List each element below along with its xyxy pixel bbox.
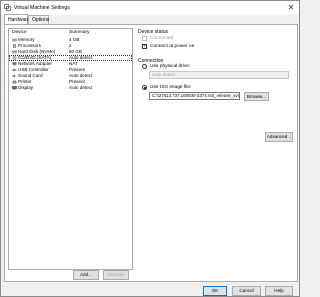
close-icon[interactable]: ✕ — [286, 3, 296, 13]
add-device-button[interactable]: Add... — [73, 270, 99, 280]
use-physical-drive-radio[interactable] — [142, 64, 147, 69]
hardware-panel: Device Summary Memory 4 GB Processors 2 … — [4, 24, 298, 282]
device-name: Display — [18, 85, 34, 90]
vmware-app-icon — [4, 4, 11, 11]
connected-label: Connected — [150, 36, 174, 41]
window-title: Virtual Machine Settings — [14, 5, 70, 11]
device-column-header: Device — [12, 30, 27, 35]
vm-settings-window: Virtual Machine Settings ✕ Hardware Opti… — [0, 0, 300, 297]
memory-icon — [12, 38, 17, 42]
network-adapter-icon — [12, 62, 17, 66]
ok-button[interactable]: OK — [203, 286, 227, 296]
cancel-button[interactable]: Cancel — [232, 286, 261, 296]
hard-disk-icon — [12, 50, 17, 54]
tab-hardware[interactable]: Hardware — [4, 14, 30, 24]
advanced-button[interactable]: Advanced... — [265, 132, 293, 142]
physical-drive-select[interactable]: Auto detect — [149, 71, 289, 79]
use-iso-image-radio[interactable] — [142, 85, 147, 90]
remove-device-button[interactable]: Remove — [103, 270, 129, 280]
use-iso-image-label: Use ISO image file: — [150, 85, 192, 90]
connect-at-power-on-checkbox[interactable]: ✓ — [142, 43, 148, 49]
connect-at-power-on-label: Connect at power on — [150, 44, 195, 49]
device-list[interactable]: Device Summary Memory 4 GB Processors 2 … — [8, 28, 133, 270]
help-button[interactable]: Help — [265, 286, 293, 296]
sound-card-icon — [12, 74, 17, 78]
device-rows: Memory 4 GB Processors 2 Hard Disk (NVMe… — [9, 37, 132, 91]
cd-dvd-icon — [12, 56, 17, 60]
tab-options[interactable]: Options — [28, 15, 49, 24]
device-summary: Auto detect — [69, 85, 93, 90]
use-physical-drive-label: Use physical drive: — [150, 64, 191, 69]
radio-selected-dot — [144, 87, 146, 89]
connected-checkbox[interactable] — [142, 36, 147, 41]
usb-icon — [12, 69, 17, 71]
summary-column-header: Summary — [69, 30, 90, 35]
printer-icon — [12, 80, 17, 84]
device-status-heading: Device status — [138, 29, 169, 35]
device-list-header: Device Summary — [9, 29, 132, 36]
processor-icon — [13, 44, 16, 48]
browse-button[interactable]: Browse... — [244, 92, 269, 101]
check-mark-icon: ✓ — [143, 43, 148, 49]
title-bar[interactable]: Virtual Machine Settings ✕ — [1, 1, 299, 15]
device-row-display[interactable]: Display Auto detect — [9, 85, 132, 91]
iso-path-input[interactable]: C:\\27613.737.160930-2374.rs5_release_sv… — [149, 92, 240, 100]
display-icon — [12, 86, 17, 90]
